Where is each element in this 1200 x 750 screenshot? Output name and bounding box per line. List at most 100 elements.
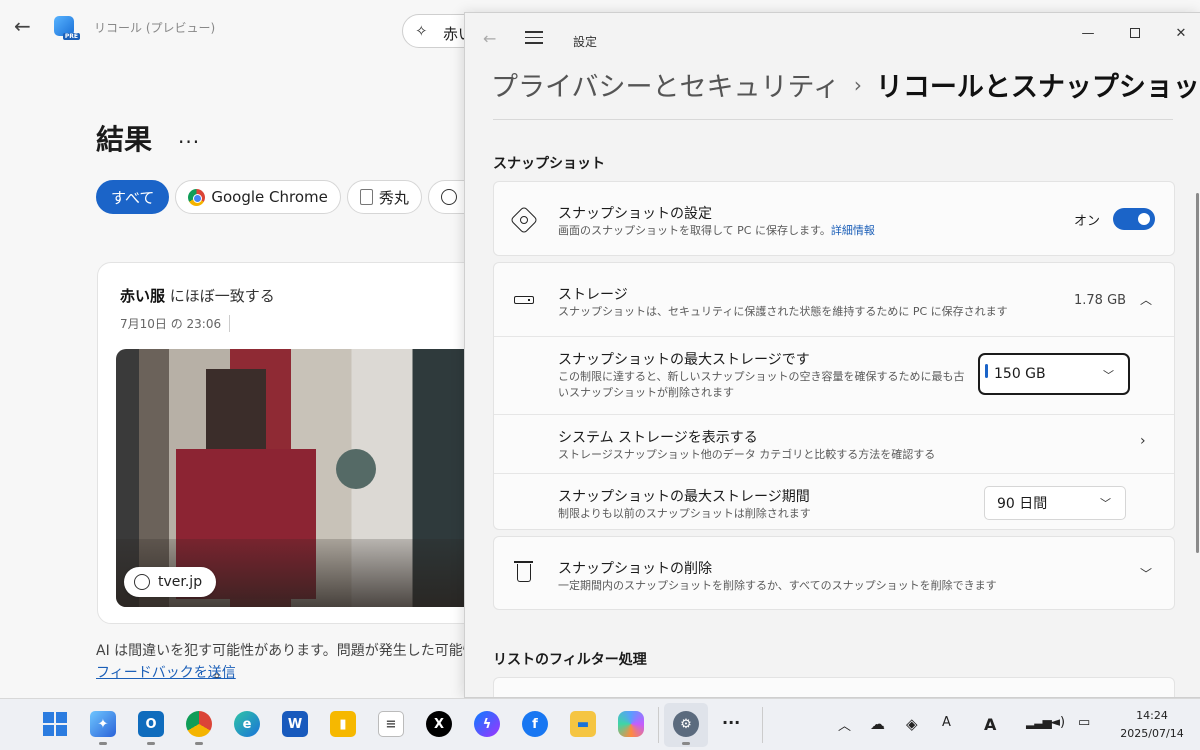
- filter-chip-hidemaru[interactable]: 秀丸: [346, 180, 422, 214]
- match-suffix: にほぼ一致する: [165, 287, 275, 305]
- file-explorer-icon[interactable]: ▬: [570, 711, 596, 737]
- section-heading-snapshots: スナップショット: [493, 156, 605, 172]
- filters-card-partial[interactable]: [493, 677, 1175, 697]
- search-sparkle-icon: ✧: [415, 22, 428, 40]
- edge-icon[interactable]: e: [234, 711, 260, 737]
- max-period-dropdown[interactable]: 90 日間 ﹀: [984, 486, 1126, 520]
- filter-chip-label: 秀丸: [378, 188, 409, 207]
- system-storage-title: システム ストレージを表示する: [558, 430, 758, 446]
- source-label: tver.jp: [158, 574, 203, 590]
- taskbar-divider: [762, 707, 763, 743]
- result-card[interactable]: 赤い服 にほぼ一致する 7月10日 の 23:06 tver.jp: [97, 262, 497, 624]
- taskbar: ✦ O e W ▮ ≡ X ϟ f ▬ ⚙ ··· ︿ ☁ ◈ A A ▂▃▅ …: [0, 698, 1200, 750]
- details-link[interactable]: 詳細情報: [831, 224, 875, 237]
- clock-date: 2025/07/14: [1120, 727, 1184, 740]
- back-arrow-icon[interactable]: ←: [14, 14, 38, 38]
- system-storage-row[interactable]: システム ストレージを表示する ストレージスナップショット他のデータ カテゴリと…: [494, 415, 1174, 473]
- close-button[interactable]: ✕: [1158, 19, 1200, 47]
- delete-desc: 一定期間内のスナップショットを削除するか、すべてのスナップショットを削除できます: [558, 579, 997, 592]
- notepad-icon[interactable]: ≡: [378, 711, 404, 737]
- max-storage-row: スナップショットの最大ストレージです この制限に達すると、新しいスナップショット…: [494, 337, 1174, 414]
- results-more-button[interactable]: ...: [178, 124, 200, 148]
- word-icon[interactable]: W: [282, 711, 308, 737]
- thumbnail-pixel-block: [206, 369, 266, 449]
- hamburger-menu-icon[interactable]: [525, 31, 543, 45]
- chrome-icon[interactable]: [186, 711, 212, 745]
- header-divider: [493, 119, 1173, 120]
- thumbnail-pixel-block: [336, 449, 376, 489]
- storage-desc: スナップショットは、セキュリティに保護された状態を維持するために PC に保存さ…: [558, 305, 1008, 318]
- max-period-desc: 制限よりも以前のスナップショットは削除されます: [558, 507, 811, 520]
- chevron-down-icon: ﹀: [1103, 369, 1114, 382]
- breadcrumb-current: リコールとスナップショット: [875, 72, 1200, 103]
- copilot-preview-icon[interactable]: ✦: [90, 711, 116, 745]
- chevron-right-icon[interactable]: ›: [1140, 433, 1146, 449]
- messenger-icon[interactable]: ϟ: [474, 711, 500, 737]
- chevron-down-icon: ﹀: [1100, 497, 1111, 510]
- snapshot-settings-title: スナップショットの設定: [558, 206, 712, 222]
- system-storage-desc: ストレージスナップショット他のデータ カテゴリと比較する方法を確認する: [558, 448, 936, 461]
- scrollbar[interactable]: [1196, 193, 1199, 553]
- feedback-period: 。: [214, 665, 228, 681]
- copilot-icon[interactable]: [618, 711, 644, 737]
- delete-title: スナップショットの削除: [558, 561, 712, 577]
- clock[interactable]: 14:24 2025/07/14: [1110, 707, 1194, 743]
- font-tray-icon[interactable]: A: [942, 715, 951, 730]
- clock-time: 14:24: [1136, 709, 1168, 722]
- max-period-title: スナップショットの最大ストレージ期間: [558, 489, 810, 505]
- volume-icon[interactable]: ◄): [1050, 715, 1065, 730]
- ai-disclaimer: AI は間違いを犯す可能性があります。問題が発生した可能性: [96, 643, 477, 659]
- result-date: 7月10日 の 23:06: [120, 315, 231, 332]
- snapshot-settings-card: スナップショットの設定 画面のスナップショットを取得して PC に保存します。詳…: [493, 181, 1175, 256]
- max-storage-desc: この制限に達すると、新しいスナップショットの空き容量を確保するために最も古いスナ…: [558, 370, 965, 399]
- wifi-signal-icon[interactable]: ▂▃▅: [1026, 715, 1052, 729]
- snapshot-toggle[interactable]: [1113, 208, 1155, 230]
- chrome-icon: [188, 188, 206, 206]
- text-tray-icon[interactable]: A: [984, 715, 996, 734]
- section-heading-filters: リストのフィルター処理: [493, 652, 647, 668]
- filter-chip-label: Google Chrome: [211, 188, 328, 206]
- snapshot-settings-desc: 画面のスナップショットを取得して PC に保存します。詳細情報: [558, 224, 875, 237]
- settings-gear-icon[interactable]: ⚙: [673, 711, 699, 745]
- filter-chips: すべて Google Chrome 秀丸 im: [96, 180, 495, 214]
- match-text: 赤い服 にほぼ一致する: [120, 285, 275, 306]
- trash-icon: [512, 561, 536, 585]
- more-apps-icon[interactable]: ···: [722, 713, 740, 732]
- max-storage-dropdown[interactable]: 150 GB ﹀: [978, 353, 1130, 395]
- recall-tray-icon[interactable]: ◈: [906, 715, 918, 733]
- x-icon[interactable]: X: [426, 711, 452, 737]
- outlook-icon[interactable]: O: [138, 711, 164, 745]
- minimize-button[interactable]: —: [1065, 19, 1111, 47]
- storage-card: ストレージ スナップショットは、セキュリティに保護された状態を維持するために P…: [493, 262, 1175, 530]
- chevron-up-icon[interactable]: ︿: [838, 715, 851, 734]
- app-title: リコール (プレビュー): [94, 21, 216, 35]
- document-icon: [359, 189, 373, 205]
- taskbar-divider: [658, 707, 659, 743]
- facebook-icon[interactable]: f: [522, 711, 548, 737]
- source-badge[interactable]: tver.jp: [124, 567, 217, 597]
- chevron-up-icon[interactable]: ︿: [1140, 291, 1152, 308]
- onedrive-icon[interactable]: ☁: [870, 715, 885, 733]
- settings-window: ← 設定 — ✕ プライバシーとセキュリティ › リコールとスナップショット ス…: [464, 12, 1200, 698]
- filter-chip-all[interactable]: すべて: [96, 180, 170, 214]
- storage-header[interactable]: ストレージ スナップショットは、セキュリティに保護された状態を維持するために P…: [494, 263, 1174, 336]
- max-period-row: スナップショットの最大ストレージ期間 制限よりも以前のスナップショットは削除され…: [494, 474, 1174, 531]
- max-storage-title: スナップショットの最大ストレージです: [558, 352, 810, 368]
- storage-used: 1.78 GB: [1074, 293, 1127, 308]
- start-icon[interactable]: [42, 711, 68, 737]
- delete-snapshots-card[interactable]: スナップショットの削除 一定期間内のスナップショットを削除するか、すべてのスナッ…: [493, 536, 1175, 610]
- breadcrumb-parent[interactable]: プライバシーとセキュリティ: [491, 65, 840, 104]
- back-arrow-icon[interactable]: ←: [483, 29, 496, 48]
- keep-icon[interactable]: ▮: [330, 711, 356, 737]
- globe-icon: [134, 574, 150, 590]
- max-storage-value: 150 GB: [994, 366, 1046, 382]
- battery-icon[interactable]: ▭: [1078, 715, 1090, 730]
- recall-app-icon: [54, 16, 80, 40]
- toggle-state-label: オン: [1074, 214, 1101, 229]
- maximize-button[interactable]: [1112, 19, 1158, 47]
- max-period-value: 90 日間: [997, 496, 1048, 512]
- chevron-down-icon[interactable]: ﹀: [1140, 565, 1152, 582]
- breadcrumb-separator-icon: ›: [853, 72, 862, 97]
- snapshot-icon: [509, 205, 539, 235]
- filter-chip-chrome[interactable]: Google Chrome: [175, 180, 341, 214]
